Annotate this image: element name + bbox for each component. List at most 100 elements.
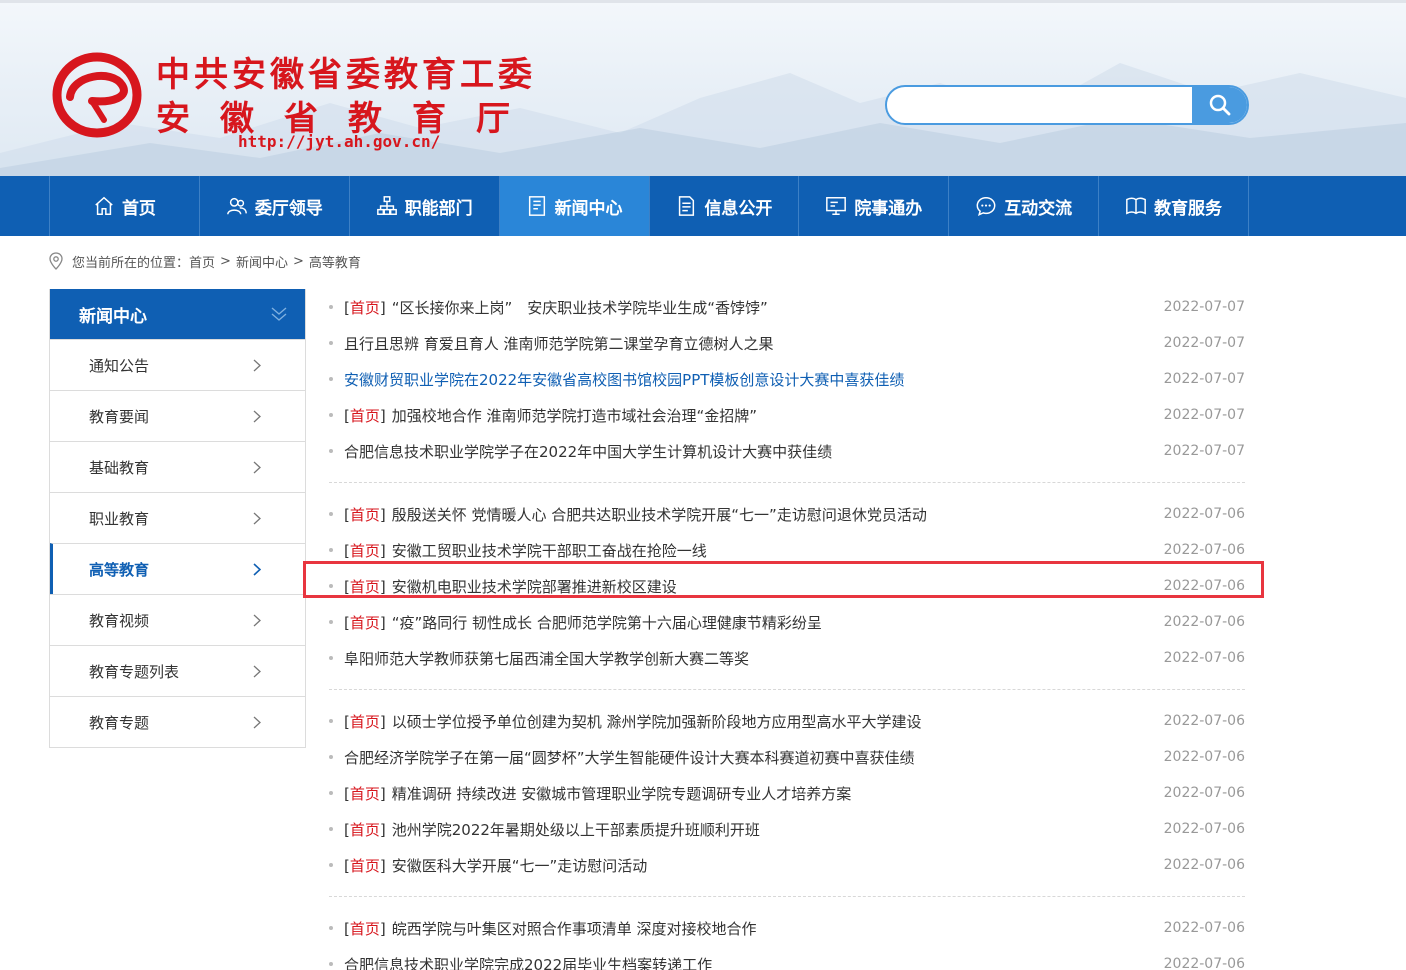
news-tag: [首页] [344,406,386,425]
bullet-dot-icon [329,791,333,795]
sidebar-item-education-news[interactable]: 教育要闻 [50,390,305,441]
news-title-link[interactable]: “区长接你来上岗” 安庆职业技术学院毕业生成“香饽饽” [392,297,768,318]
breadcrumb-prefix: 您当前所在的位置： [72,255,190,271]
news-row: 阜阳师范大学教师获第七届西浦全国大学教学创新大赛二等奖 2022-07-06 [329,640,1245,676]
news-date: 2022-07-06 [1163,650,1245,666]
bullet-dot-icon [329,755,333,759]
bullet-dot-icon [329,719,333,723]
news-group: [首页] 以硕士学位授予单位创建为契机 滁州学院加强新阶段地方应用型高水平大学建设… [329,703,1245,897]
news-tag: [首页] [344,298,386,317]
news-title-link[interactable]: 阜阳师范大学教师获第七届西浦全国大学教学创新大赛二等奖 [344,648,749,669]
news-tag-label: 首页 [349,298,380,317]
search-box [885,85,1249,125]
news-title-link[interactable]: 安徽机电职业技术学院部署推进新校区建设 [392,576,677,597]
news-title-link[interactable]: 且行且思辨 育爱且育人 淮南师范学院第二课堂孕育立德树人之果 [344,333,774,354]
nav-info-disclosure[interactable]: 信息公开 [650,176,800,236]
news-title-link[interactable]: 精准调研 持续改进 安徽城市管理职业学院专题调研专业人才培养方案 [392,783,852,804]
sidebar-item-vocational-education[interactable]: 职业教育 [50,492,305,543]
news-title-link[interactable]: 合肥信息技术职业学院学子在2022年中国大学生计算机设计大赛中获佳绩 [344,441,832,462]
sidebar-item-education-video[interactable]: 教育视频 [50,594,305,645]
bullet-dot-icon [329,449,333,453]
bullet-dot-icon [329,863,333,867]
news-tag-label: 首页 [349,613,380,632]
double-chevron-down-icon [271,307,287,321]
nav-departments[interactable]: 职能部门 [350,176,500,236]
sidebar-item-higher-education[interactable]: 高等教育 [50,543,305,594]
chevron-right-icon [253,614,261,627]
news-date: 2022-07-06 [1163,578,1245,594]
news-title-link[interactable]: “疫”路同行 韧性成长 合肥师范学院第十六届心理健康节精彩纷呈 [392,612,822,633]
chevron-right-icon [253,410,261,423]
logo-title-primary: 中共安徽省委教育工委 [156,55,536,95]
news-date: 2022-07-06 [1163,713,1245,729]
search-input[interactable] [887,87,1193,123]
sidebar-item-topic-list[interactable]: 教育专题列表 [50,645,305,696]
news-title-link[interactable]: 安徽工贸职业技术学院干部职工奋战在抢险一线 [392,540,707,561]
site-header: 中共安徽省委教育工委 安徽省教育厅 http://jyt.ah.gov.cn/ [0,0,1406,176]
bullet-dot-icon [329,548,333,552]
news-date: 2022-07-06 [1163,956,1245,970]
news-tag: [首页] [344,919,386,938]
nav-education-services[interactable]: 教育服务 [1099,176,1249,236]
news-date: 2022-07-06 [1163,785,1245,801]
news-title-link[interactable]: 合肥经济学院学子在第一届“圆梦杯”大学生智能硬件设计大赛本科赛道初赛中喜获佳绩 [344,747,915,768]
sidebar-item-topics[interactable]: 教育专题 [50,696,305,747]
sidebar-item-notices[interactable]: 通知公告 [50,339,305,390]
chevron-right-icon [253,665,261,678]
search-button[interactable] [1192,87,1247,123]
news-date: 2022-07-06 [1163,749,1245,765]
book-icon [1126,197,1146,215]
bullet-dot-icon [329,377,333,381]
news-row: 合肥经济学院学子在第一届“圆梦杯”大学生智能硬件设计大赛本科赛道初赛中喜获佳绩 2… [329,739,1245,775]
news-title-link[interactable]: 安徽财贸职业学院在2022年安徽省高校图书馆校园PPT模板创意设计大赛中喜获佳绩 [344,369,904,390]
news-title-link[interactable]: 皖西学院与叶集区对照合作事项清单 深度对接校地合作 [392,918,757,939]
nav-services-online[interactable]: 院事通办 [799,176,950,236]
news-list: [首页] “区长接你来上岗” 安庆职业技术学院毕业生成“香饽饽” 2022-07-0… [329,289,1245,970]
news-row: 且行且思辨 育爱且育人 淮南师范学院第二课堂孕育立德树人之果 2022-07-07 [329,325,1245,361]
news-row: [首页] 精准调研 持续改进 安徽城市管理职业学院专题调研专业人才培养方案 2022… [329,775,1245,811]
news-row: 合肥信息技术职业学院学子在2022年中国大学生计算机设计大赛中获佳绩 2022-0… [329,433,1245,469]
nav-home[interactable]: 首页 [50,176,200,236]
news-row: [首页] 安徽机电职业技术学院部署推进新校区建设 2022-07-06 [329,568,1245,604]
breadcrumb-higher-education[interactable]: 高等教育 [309,252,361,271]
news-row: [首页] “区长接你来上岗” 安庆职业技术学院毕业生成“香饽饽” 2022-07-0… [329,289,1245,325]
bullet-dot-icon [329,926,333,930]
nav-label: 职能部门 [404,198,473,219]
bullet-dot-icon [329,827,333,831]
breadcrumb-news-center[interactable]: 新闻中心 [236,252,288,271]
nav-label: 教育服务 [1154,198,1223,219]
news-title-link[interactable]: 合肥信息技术职业学院完成2022届毕业生档案转递工作 [344,954,712,970]
news-tag: [首页] [344,505,386,524]
chat-icon [976,197,996,217]
news-date: 2022-07-06 [1163,821,1245,837]
nav-news-center[interactable]: 新闻中心 [499,176,650,236]
news-date: 2022-07-07 [1163,335,1245,351]
breadcrumb-home[interactable]: 首页 [189,252,215,271]
news-tag: [首页] [344,784,386,803]
bullet-dot-icon [329,413,333,417]
org-chart-icon [376,196,397,215]
logo-e-icon [52,52,142,138]
news-tag-label: 首页 [349,712,380,731]
bullet-dot-icon [329,962,333,966]
news-title-link[interactable]: 殷殷送关怀 党情暖人心 合肥共达职业技术学院开展“七一”走访慰问退休党员活动 [392,504,927,525]
chevron-right-icon [253,359,261,372]
sidebar-item-label: 教育视频 [89,611,150,630]
news-tag-label: 首页 [349,784,380,803]
location-pin-icon [49,252,63,270]
news-title-link[interactable]: 以硕士学位授予单位创建为契机 滁州学院加强新阶段地方应用型高水平大学建设 [392,711,922,732]
news-tag: [首页] [344,820,386,839]
bullet-dot-icon [329,620,333,624]
news-title-link[interactable]: 安徽医科大学开展“七一”走访慰问活动 [392,855,648,876]
nav-label: 新闻中心 [554,198,623,219]
nav-interaction[interactable]: 互动交流 [949,176,1100,236]
news-title-link[interactable]: 加强校地合作 淮南师范学院打造市域社会治理“金招牌” [392,405,757,426]
news-title-link[interactable]: 池州学院2022年暑期处级以上干部素质提升班顺利开班 [392,819,760,840]
sidebar-item-basic-education[interactable]: 基础教育 [50,441,305,492]
news-row: [首页] 加强校地合作 淮南师范学院打造市域社会治理“金招牌” 2022-07-07 [329,397,1245,433]
sidebar-item-label: 教育专题列表 [89,662,180,681]
nav-leaders[interactable]: 委厅领导 [200,176,350,236]
news-tag: [首页] [344,712,386,731]
breadcrumb-separator: > [292,253,304,269]
news-tag-label: 首页 [349,505,380,524]
